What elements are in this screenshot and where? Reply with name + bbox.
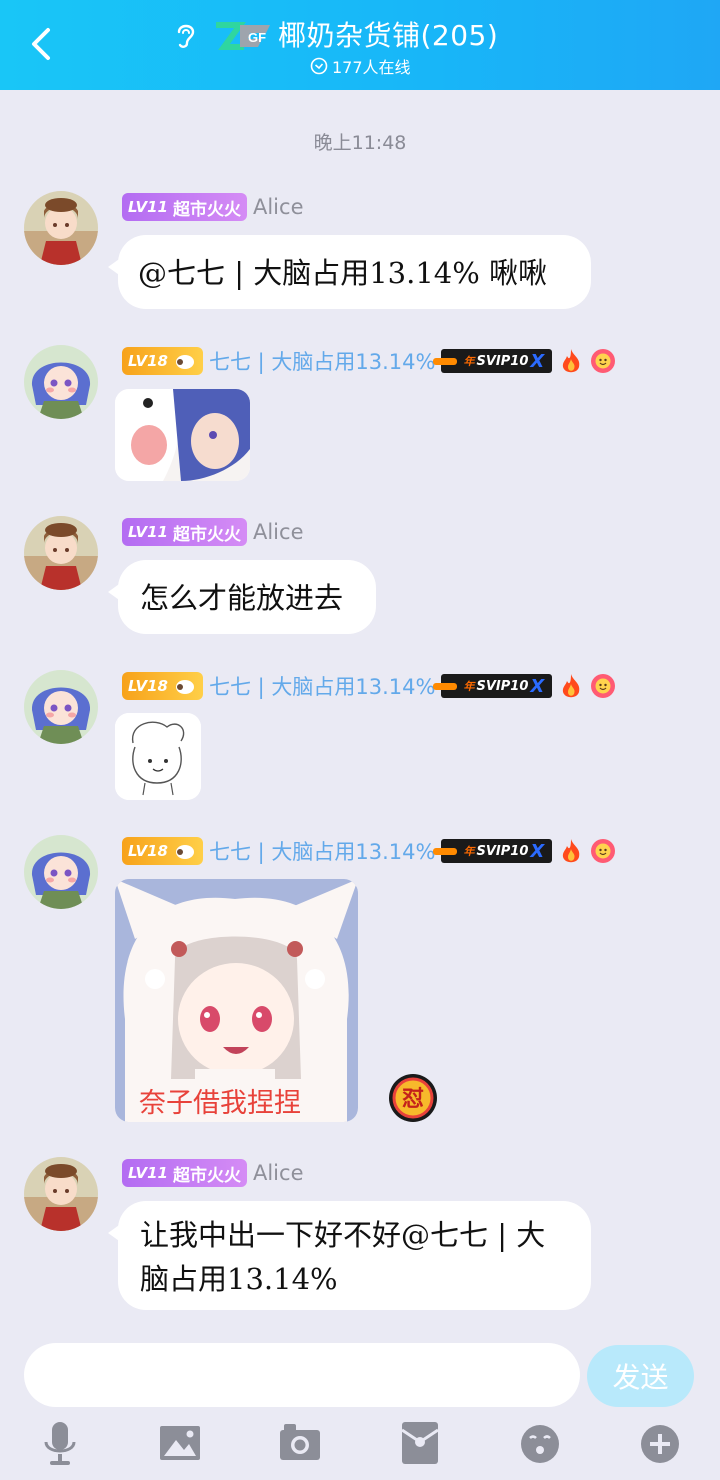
- avatar-alice[interactable]: [24, 191, 98, 265]
- svg-text:GF: GF: [248, 30, 266, 45]
- level-badge: LV11 超市火火: [122, 518, 247, 546]
- flower-icon: [591, 349, 616, 373]
- message-bubble[interactable]: 怎么才能放进去: [108, 560, 376, 634]
- level-badge: LV18: [122, 837, 203, 865]
- group-title[interactable]: 椰奶杂货铺(205): [278, 14, 498, 54]
- sender-line: LV18 七七 | 大脑占用13.14% 年 SVIP10 X: [122, 671, 616, 701]
- online-count-text: 177人在线: [332, 58, 411, 77]
- sheep-icon: [175, 355, 194, 369]
- chevron-left-icon: [32, 28, 50, 60]
- message-text-line: 让我中出一下好不好@七七 | 大: [140, 1218, 546, 1252]
- level-badge: LV11 超市火火: [122, 193, 247, 221]
- sender-name[interactable]: 七七 | 大脑占用13.14%: [209, 346, 436, 376]
- gallery-button[interactable]: [158, 1420, 202, 1466]
- red-packet-button[interactable]: [398, 1420, 442, 1466]
- message-text: 怎么才能放进去: [140, 581, 344, 615]
- send-button[interactable]: 发送: [587, 1345, 694, 1407]
- flame-icon: [563, 674, 580, 698]
- check-circle-icon: [310, 57, 328, 75]
- svg-text:怼: 怼: [402, 1087, 424, 1112]
- svip-badge: 年 SVIP10 X: [433, 349, 553, 373]
- flame-icon: [563, 349, 580, 373]
- avatar-alice[interactable]: [24, 516, 98, 590]
- sender-line: LV18 七七 | 大脑占用13.14% 年 SVIP10 X: [122, 346, 616, 376]
- sender-line: LV11 超市火火 Alice: [122, 517, 304, 547]
- message-text: @七七 | 大脑占用13.14% 啾啾: [138, 256, 548, 290]
- sheep-icon: [175, 845, 194, 859]
- message-text-line: 脑占用13.14%: [140, 1262, 338, 1296]
- input-toolbar: [0, 1420, 720, 1470]
- message-input[interactable]: [24, 1343, 580, 1407]
- emoji-icon: [521, 1425, 559, 1463]
- online-count: 177人在线: [310, 54, 411, 78]
- sender-name[interactable]: Alice: [253, 1161, 304, 1185]
- sender-name[interactable]: Alice: [253, 195, 304, 219]
- sender-name[interactable]: 七七 | 大脑占用13.14%: [209, 836, 436, 866]
- sticker-image[interactable]: [115, 713, 201, 800]
- camera-icon: [280, 1424, 320, 1460]
- camera-button[interactable]: [278, 1420, 322, 1466]
- level-badge: LV11 超市火火: [122, 1159, 247, 1187]
- sheep-icon: [175, 680, 194, 694]
- image-icon: [160, 1426, 200, 1460]
- microphone-icon: [44, 1422, 76, 1465]
- sender-line: LV18 七七 | 大脑占用13.14% 年 SVIP10 X: [122, 836, 616, 866]
- sender-line: LV11 超市火火 Alice: [122, 192, 304, 222]
- more-button[interactable]: [638, 1420, 682, 1466]
- avatar-alice[interactable]: [24, 1157, 98, 1231]
- sticker-image[interactable]: 奈子借我捏捏: [115, 879, 358, 1122]
- svip-badge: 年 SVIP10 X: [433, 674, 553, 698]
- ear-icon[interactable]: [172, 20, 198, 50]
- avatar-qiqi[interactable]: [24, 670, 98, 744]
- emoji-button[interactable]: [518, 1420, 562, 1466]
- group-logo: GF: [210, 19, 274, 53]
- sticker-image[interactable]: [115, 389, 250, 481]
- svip-badge: 年 SVIP10 X: [433, 839, 553, 863]
- sender-name[interactable]: 七七 | 大脑占用13.14%: [209, 671, 436, 701]
- flower-icon: [591, 674, 616, 698]
- level-badge: LV18: [122, 672, 203, 700]
- sticker-caption: 奈子借我捏捏: [139, 1088, 301, 1119]
- timestamp: 晚上11:48: [313, 132, 407, 154]
- avatar-qiqi[interactable]: [24, 835, 98, 909]
- back-button[interactable]: [22, 22, 62, 66]
- avatar-qiqi[interactable]: [24, 345, 98, 419]
- plus-icon: [641, 1425, 679, 1463]
- message-bubble[interactable]: @七七 | 大脑占用13.14% 啾啾: [108, 235, 591, 309]
- chat-header: GF 椰奶杂货铺(205) 177人在线: [0, 0, 720, 90]
- sender-line: LV11 超市火火 Alice: [122, 1158, 304, 1188]
- flame-icon: [563, 839, 580, 863]
- flower-icon: [591, 839, 616, 863]
- voice-button[interactable]: [38, 1420, 82, 1466]
- message-bubble[interactable]: 让我中出一下好不好@七七 | 大 脑占用13.14%: [108, 1201, 591, 1310]
- sender-name[interactable]: Alice: [253, 520, 304, 544]
- red-packet-icon: [401, 1422, 439, 1464]
- reaction-badge[interactable]: 怼: [388, 1073, 438, 1123]
- level-badge: LV18: [122, 347, 203, 375]
